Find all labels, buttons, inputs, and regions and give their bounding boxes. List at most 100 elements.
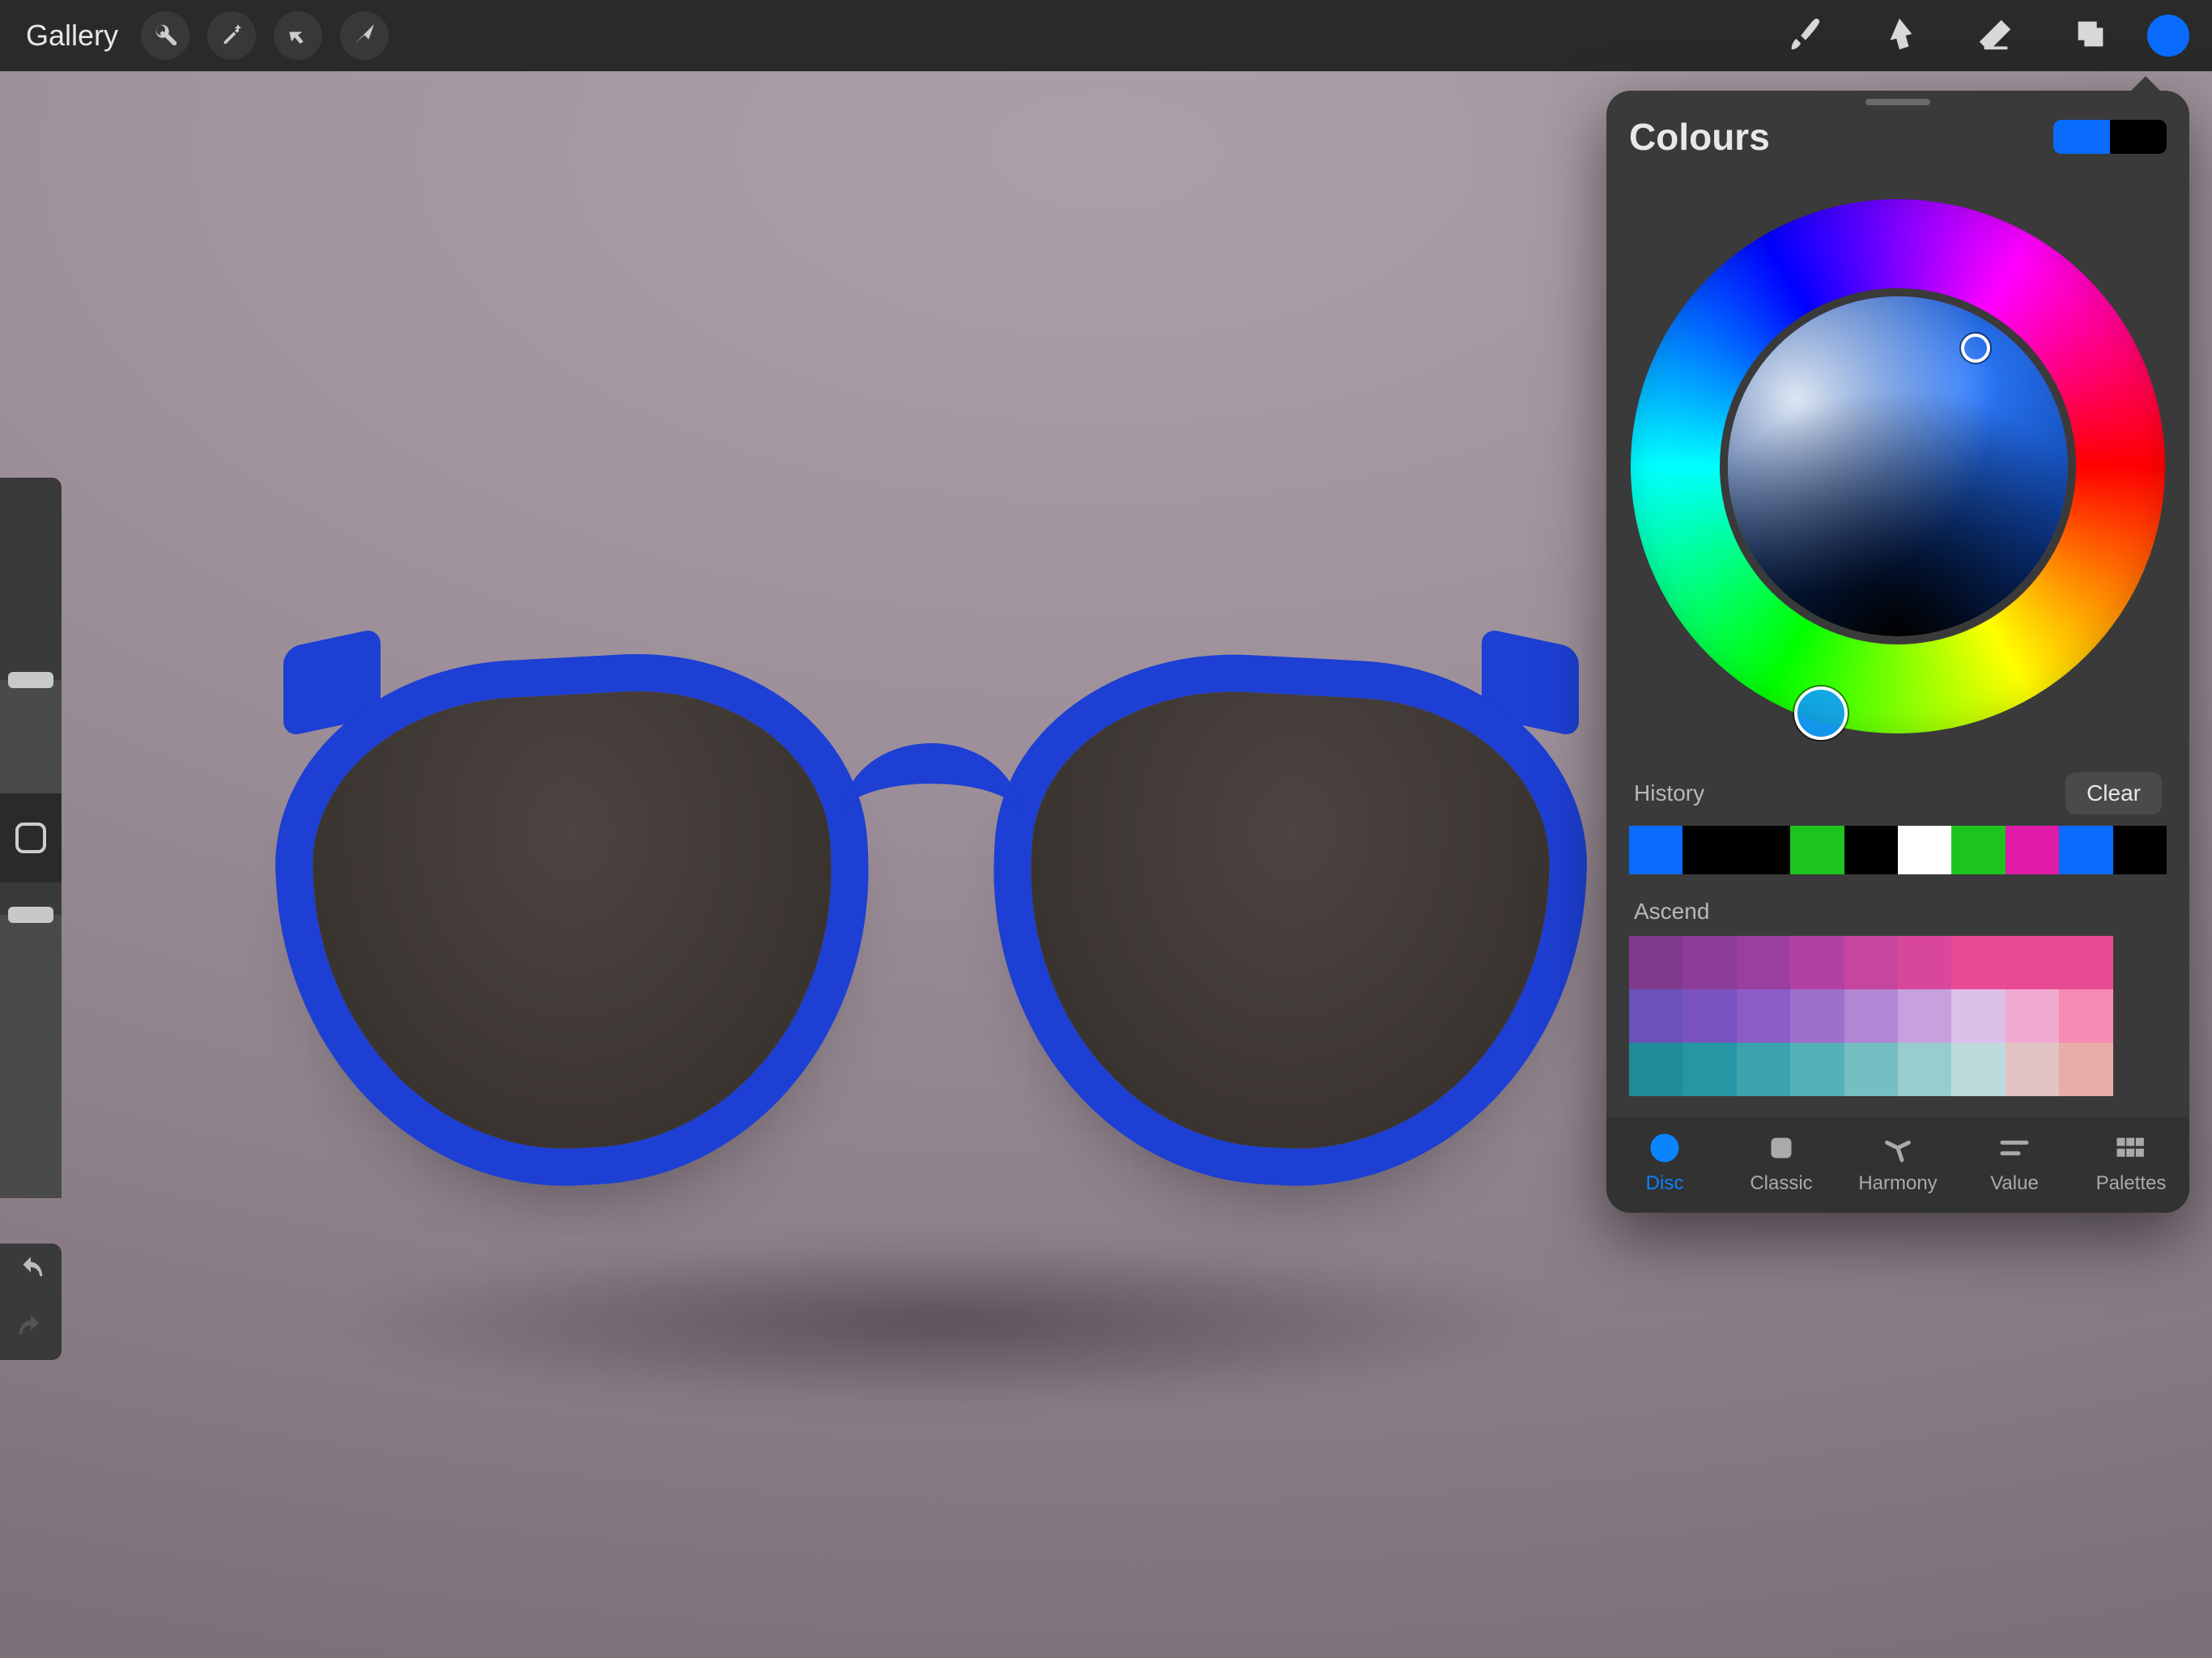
tab-disc[interactable]: Disc — [1616, 1132, 1713, 1195]
tab-harmony[interactable]: Harmony — [1849, 1132, 1946, 1195]
panel-grabber[interactable] — [1865, 99, 1930, 105]
sv-cursor[interactable] — [1961, 334, 1990, 363]
wrench-icon — [152, 21, 178, 51]
palette-swatch[interactable] — [1629, 936, 1682, 989]
palette-row — [1629, 989, 2167, 1043]
brush-size-slider[interactable] — [0, 478, 62, 793]
top-toolbar: Gallery — [0, 0, 2212, 71]
history-row — [1629, 826, 2167, 874]
history-swatch[interactable] — [1951, 826, 2005, 874]
history-label: History — [1634, 780, 1704, 806]
tab-value[interactable]: Value — [1966, 1132, 2063, 1195]
gallery-button[interactable]: Gallery — [26, 19, 118, 53]
panel-tabs: Disc Classic Harmony Value Palettes — [1606, 1117, 2189, 1213]
eraser-icon — [1976, 15, 2014, 57]
palette-swatch[interactable] — [1682, 936, 1736, 989]
slider-thumb[interactable] — [8, 907, 53, 923]
history-swatch[interactable] — [1737, 826, 1790, 874]
brush-tool[interactable] — [1783, 15, 1825, 57]
tab-classic[interactable]: Classic — [1733, 1132, 1830, 1195]
undo-button[interactable] — [0, 1244, 62, 1302]
slider-thumb[interactable] — [8, 672, 53, 688]
palette-swatch[interactable] — [1844, 936, 1898, 989]
palette-swatch[interactable] — [1951, 989, 2005, 1043]
palette-swatch[interactable] — [2006, 1043, 2059, 1096]
primary-colour-swatch[interactable] — [2053, 120, 2110, 154]
palette-swatch[interactable] — [2059, 989, 2112, 1043]
palette-swatch[interactable] — [1790, 989, 1844, 1043]
smudge-tool[interactable] — [1878, 15, 1921, 57]
palette-swatch[interactable] — [1629, 1043, 1682, 1096]
history-swatch[interactable] — [1629, 826, 1682, 874]
colour-swatch-pair[interactable] — [2053, 120, 2167, 154]
smudge-icon — [1881, 15, 1918, 57]
history-swatch[interactable] — [1898, 826, 1951, 874]
arrow-icon — [351, 21, 377, 51]
palette-swatch[interactable] — [2059, 936, 2112, 989]
hue-cursor[interactable] — [1794, 687, 1848, 740]
value-icon — [1998, 1132, 2031, 1164]
palette-swatch[interactable] — [2006, 936, 2059, 989]
palette-swatch[interactable] — [1898, 989, 1951, 1043]
palette-grid — [1629, 936, 2167, 1096]
redo-button[interactable] — [0, 1302, 62, 1360]
history-swatch[interactable] — [2113, 826, 2167, 874]
tab-palettes[interactable]: Palettes — [2082, 1132, 2180, 1195]
history-swatch[interactable] — [1844, 826, 1898, 874]
hue-ring[interactable] — [1631, 199, 2165, 733]
history-swatch[interactable] — [2059, 826, 2112, 874]
palette-swatch[interactable] — [1629, 989, 1682, 1043]
palette-swatch[interactable] — [1682, 989, 1736, 1043]
palette-swatch[interactable] — [1844, 1043, 1898, 1096]
palette-swatch[interactable] — [1682, 1043, 1736, 1096]
undo-redo-group — [0, 1244, 62, 1360]
canvas-object-sunglasses — [275, 589, 1587, 1286]
clear-history-button[interactable]: Clear — [2065, 772, 2162, 814]
palette-swatch[interactable] — [2113, 936, 2167, 989]
disc-icon — [1648, 1132, 1681, 1164]
palette-swatch[interactable] — [2006, 989, 2059, 1043]
brush-opacity-slider[interactable] — [0, 882, 62, 1198]
saturation-value-disc[interactable] — [1728, 296, 2068, 636]
palette-swatch[interactable] — [2059, 1043, 2112, 1096]
history-swatch[interactable] — [1682, 826, 1736, 874]
redo-icon — [15, 1314, 46, 1349]
panel-title: Colours — [1629, 115, 2053, 159]
actions-button[interactable] — [141, 11, 189, 60]
layers-icon — [2072, 15, 2109, 57]
selection-button[interactable] — [274, 11, 322, 60]
palette-swatch[interactable] — [1898, 1043, 1951, 1096]
selection-icon — [285, 21, 311, 51]
palettes-icon — [2115, 1132, 2147, 1164]
colours-panel: Colours History Clear Ascend Disc Cla — [1606, 91, 2189, 1213]
modify-button[interactable] — [0, 793, 62, 882]
palette-swatch[interactable] — [2113, 989, 2167, 1043]
history-swatch[interactable] — [2006, 826, 2059, 874]
palette-swatch[interactable] — [1790, 1043, 1844, 1096]
eraser-tool[interactable] — [1974, 15, 2016, 57]
palette-swatch[interactable] — [1898, 936, 1951, 989]
classic-icon — [1765, 1132, 1797, 1164]
square-icon — [15, 823, 46, 853]
secondary-colour-swatch[interactable] — [2110, 120, 2167, 154]
harmony-icon — [1882, 1132, 1914, 1164]
palette-swatch[interactable] — [1737, 1043, 1790, 1096]
palette-row — [1629, 1043, 2167, 1096]
brush-icon — [1785, 15, 1823, 57]
palette-name: Ascend — [1629, 874, 2167, 936]
palette-swatch[interactable] — [2113, 1043, 2167, 1096]
palette-swatch[interactable] — [1844, 989, 1898, 1043]
history-swatch[interactable] — [1790, 826, 1844, 874]
color-button[interactable] — [2147, 15, 2189, 57]
layers-button[interactable] — [2069, 15, 2112, 57]
colour-disc[interactable] — [1606, 175, 2189, 758]
wand-icon — [219, 21, 245, 51]
palette-swatch[interactable] — [1951, 936, 2005, 989]
transform-button[interactable] — [340, 11, 389, 60]
undo-icon — [15, 1256, 46, 1290]
palette-swatch[interactable] — [1951, 1043, 2005, 1096]
adjustments-button[interactable] — [207, 11, 256, 60]
palette-swatch[interactable] — [1790, 936, 1844, 989]
palette-swatch[interactable] — [1737, 936, 1790, 989]
palette-swatch[interactable] — [1737, 989, 1790, 1043]
